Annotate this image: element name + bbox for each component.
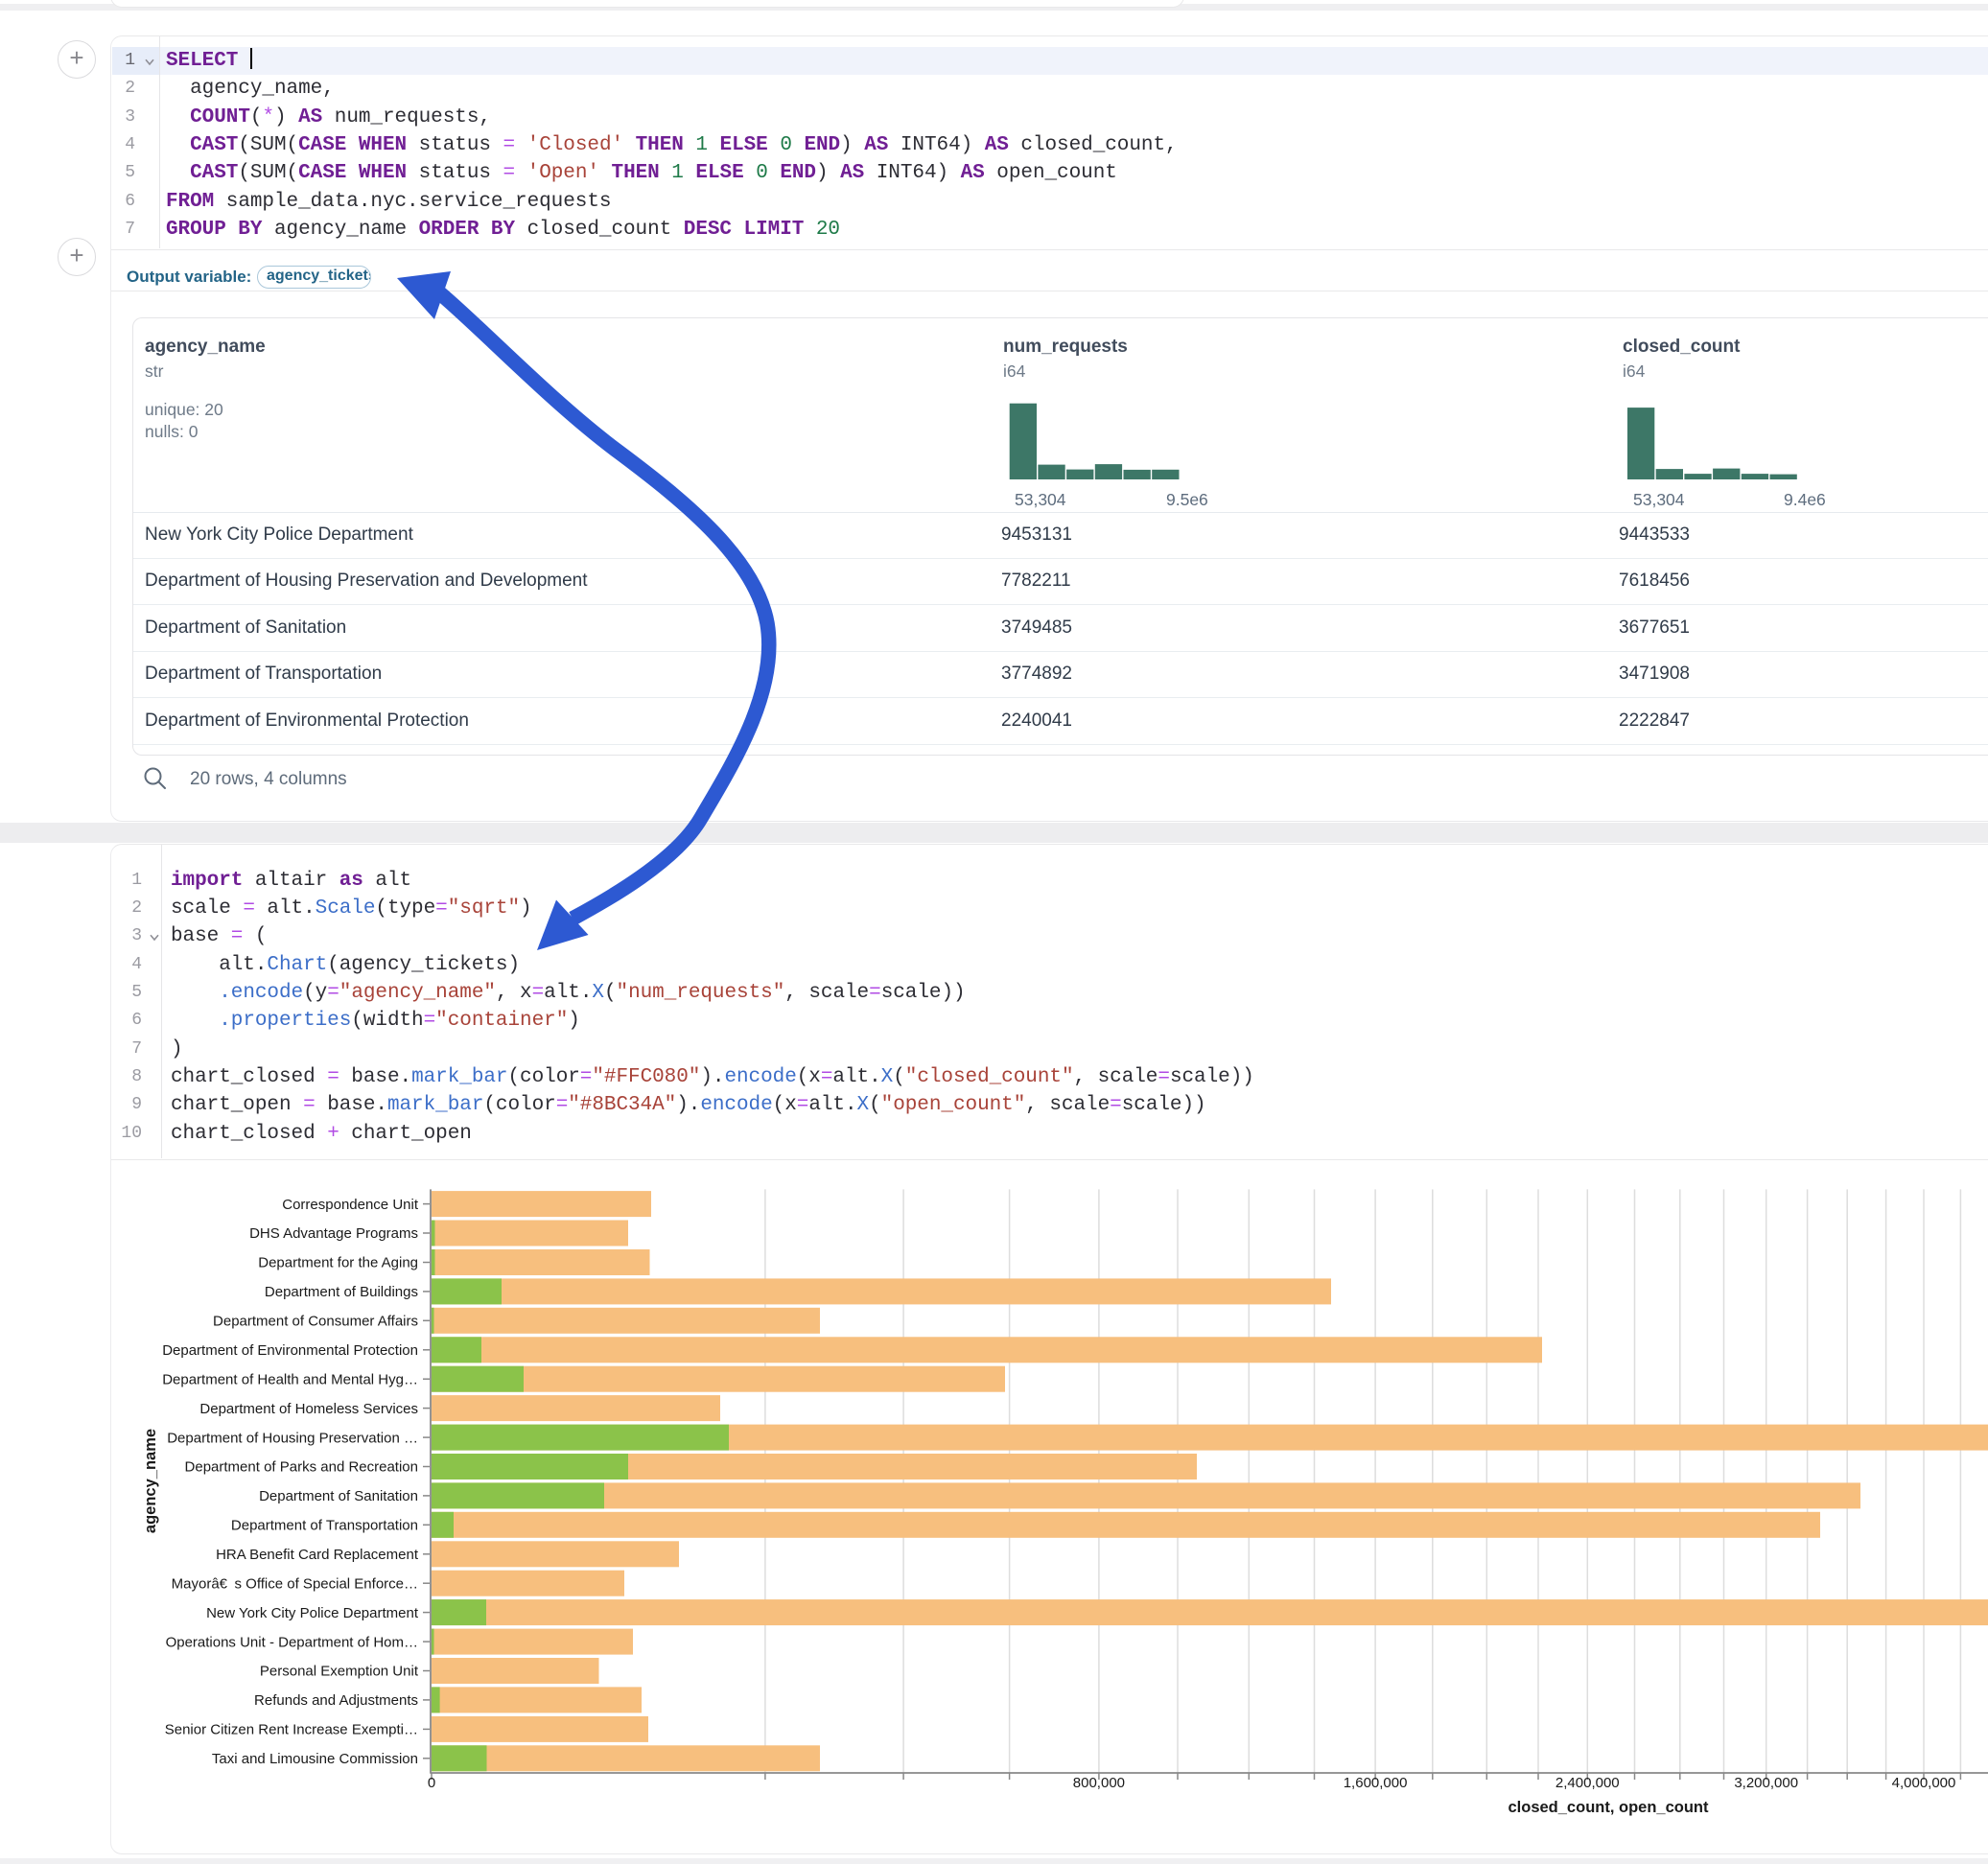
svg-text:Department of Housing Preserva: Department of Housing Preservation … — [167, 1430, 418, 1446]
svg-text:3,200,000: 3,200,000 — [1734, 1775, 1798, 1791]
svg-text:DHS Advantage Programs: DHS Advantage Programs — [249, 1225, 418, 1242]
svg-text:closed_count, open_count: closed_count, open_count — [1508, 1799, 1709, 1816]
svg-text:agency_name: agency_name — [142, 1429, 159, 1533]
svg-text:New York City Police Departmen: New York City Police Department — [206, 1605, 419, 1621]
svg-text:Mayorâ€ s Office of Special En: Mayorâ€ s Office of Special Enforce… — [172, 1575, 418, 1592]
svg-text:Department of Transportation: Department of Transportation — [231, 1518, 418, 1534]
svg-text:Department for the Aging: Department for the Aging — [258, 1255, 418, 1271]
svg-text:Department of Consumer Affairs: Department of Consumer Affairs — [213, 1314, 418, 1330]
svg-text:Department of Environmental Pr: Department of Environmental Protection — [162, 1342, 418, 1359]
svg-text:Senior Citizen Rent Increase E: Senior Citizen Rent Increase Exempti… — [165, 1722, 418, 1738]
svg-text:Refunds and Adjustments: Refunds and Adjustments — [254, 1692, 418, 1709]
svg-text:Department of Sanitation: Department of Sanitation — [259, 1488, 418, 1504]
svg-text:Department of Parks and Recrea: Department of Parks and Recreation — [185, 1459, 418, 1476]
svg-text:Correspondence Unit: Correspondence Unit — [282, 1197, 419, 1213]
svg-text:0: 0 — [428, 1775, 435, 1791]
svg-text:HRA Benefit Card Replacement: HRA Benefit Card Replacement — [216, 1547, 419, 1563]
svg-text:1,600,000: 1,600,000 — [1344, 1775, 1408, 1791]
svg-text:Department of Health and Menta: Department of Health and Mental Hyg… — [162, 1371, 418, 1387]
svg-text:4,000,000: 4,000,000 — [1892, 1775, 1956, 1791]
svg-text:Operations Unit - Department o: Operations Unit - Department of Hom… — [166, 1634, 418, 1650]
svg-text:2,400,000: 2,400,000 — [1555, 1775, 1620, 1791]
svg-text:Department of Buildings: Department of Buildings — [265, 1284, 418, 1300]
svg-text:Taxi and Limousine Commission: Taxi and Limousine Commission — [212, 1751, 418, 1767]
svg-text:Department of Homeless Service: Department of Homeless Services — [199, 1401, 418, 1417]
svg-text:Personal Exemption Unit: Personal Exemption Unit — [260, 1664, 419, 1680]
svg-text:800,000: 800,000 — [1073, 1775, 1125, 1791]
